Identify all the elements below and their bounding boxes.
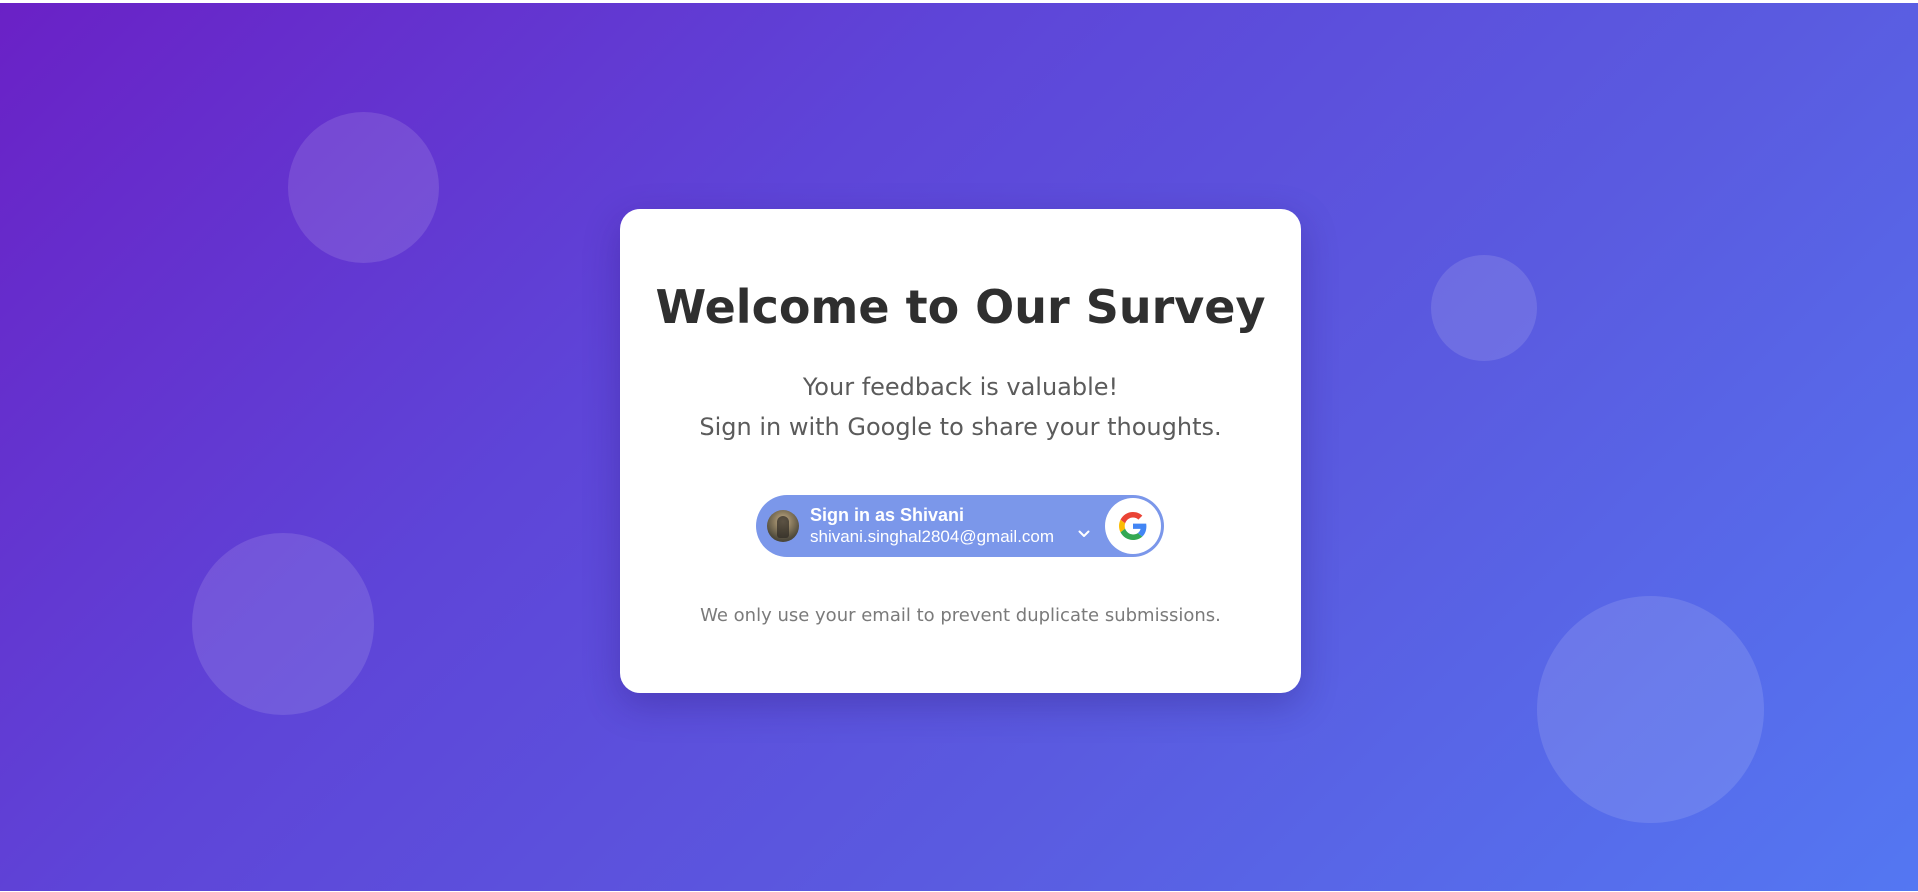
google-sign-in-button[interactable]: Sign in as Shivani shivani.singhal2804@g… [756, 495, 1164, 557]
decorative-circle [1537, 596, 1764, 823]
google-account-info: Sign in as Shivani shivani.singhal2804@g… [810, 504, 1054, 548]
welcome-card: Welcome to Our Survey Your feedback is v… [620, 209, 1301, 693]
privacy-note: We only use your email to prevent duplic… [700, 605, 1221, 626]
gradient-background: Welcome to Our Survey Your feedback is v… [0, 3, 1918, 891]
subtitle-line-2: Sign in with Google to share your though… [699, 413, 1222, 441]
google-logo-badge [1105, 498, 1161, 554]
decorative-circle [1431, 255, 1537, 361]
avatar [767, 510, 799, 542]
sign-in-label: Sign in as Shivani [810, 505, 965, 525]
google-logo-icon [1119, 512, 1147, 540]
chevron-down-icon[interactable] [1078, 529, 1090, 539]
subtitle: Your feedback is valuable! Sign in with … [620, 367, 1301, 447]
subtitle-line-1: Your feedback is valuable! [802, 373, 1119, 401]
account-email: shivani.singhal2804@gmail.com [810, 527, 1055, 546]
page-title: Welcome to Our Survey [655, 280, 1266, 334]
decorative-circle [288, 112, 439, 263]
page: Welcome to Our Survey Your feedback is v… [0, 0, 1918, 892]
decorative-circle [192, 533, 374, 715]
